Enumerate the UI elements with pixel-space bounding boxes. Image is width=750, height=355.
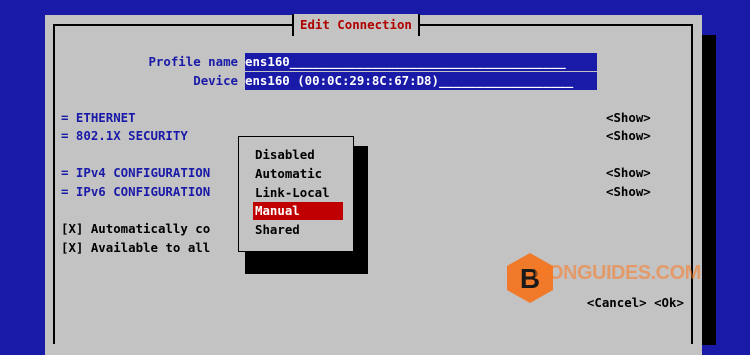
available-to-all-checkbox[interactable]: [X] Available to all — [61, 239, 210, 257]
section-ethernet[interactable]: = ETHERNET — [61, 109, 136, 127]
cancel-button[interactable]: <Cancel> — [587, 295, 647, 310]
ok-button[interactable]: <Ok> — [654, 295, 684, 310]
auto-connect-checkbox[interactable]: [X] Automatically co — [61, 220, 210, 238]
dialog-shadow — [702, 35, 716, 345]
option-manual[interactable]: Manual — [253, 202, 343, 220]
show-ipv6-button[interactable]: <Show> — [606, 183, 651, 201]
frame-left-line — [53, 24, 55, 344]
option-link-local[interactable]: Link-Local — [253, 184, 343, 202]
device-label: Device — [193, 73, 238, 88]
option-shared[interactable]: Shared — [253, 221, 343, 239]
show-ethernet-button[interactable]: <Show> — [606, 109, 651, 127]
show-ipv4-button[interactable]: <Show> — [606, 164, 651, 182]
section-ipv4-configuration[interactable]: = IPv4 CONFIGURATION — [61, 164, 210, 182]
dialog-title: Edit Connection — [300, 17, 412, 32]
option-disabled[interactable]: Disabled — [253, 146, 343, 164]
watermark-text: BONGUIDES.COM — [534, 262, 701, 284]
dialog-title-box: Edit Connection — [292, 14, 420, 36]
section-ipv6-configuration[interactable]: = IPv6 CONFIGURATION — [61, 183, 210, 201]
section-8021x-security[interactable]: = 802.1X SECURITY — [61, 127, 188, 145]
ipv6-method-popup: Disabled Automatic Link-Local Manual Sha… — [238, 136, 354, 252]
option-automatic[interactable]: Automatic — [253, 165, 343, 183]
show-8021x-button[interactable]: <Show> — [606, 127, 651, 145]
profile-name-label: Profile name — [148, 54, 238, 69]
device-field[interactable]: ens160 (00:0C:29:8C:67:D8)______________… — [245, 72, 597, 90]
profile-name-field[interactable]: ens160__________________________________… — [245, 53, 597, 71]
frame-right-line — [691, 24, 693, 344]
